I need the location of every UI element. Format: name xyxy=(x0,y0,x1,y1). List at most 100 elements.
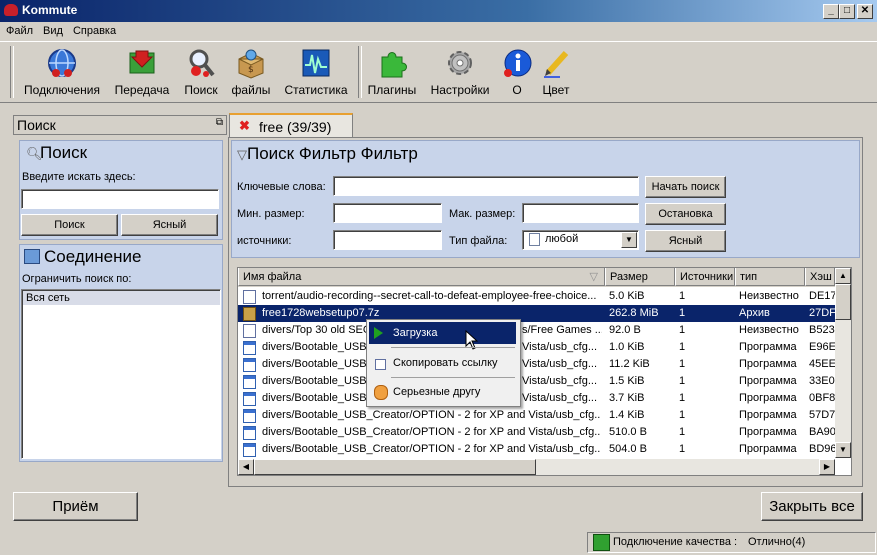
toolbar-color-button[interactable]: Цвет xyxy=(538,46,574,97)
toolbar-search-button[interactable]: Поиск xyxy=(180,46,222,97)
filetype-label: Тип файла: xyxy=(449,235,508,247)
connection-quality-icon xyxy=(593,534,610,551)
network-list[interactable]: Вся сеть xyxy=(21,289,221,459)
cell-sources: 1 xyxy=(679,426,686,438)
program-icon xyxy=(243,443,256,457)
cell-hash: 57D7 xyxy=(809,409,835,421)
cell-filename: divers/Bootable_USB_Creator/OPTION - 2 f… xyxy=(262,426,600,438)
cell-hash: 0BF8 xyxy=(809,392,835,404)
scroll-down-icon[interactable]: ▼ xyxy=(835,442,851,458)
column-type[interactable]: тип xyxy=(735,268,805,286)
close-all-button[interactable]: Закрыть все xyxy=(761,492,863,521)
menu-item-recommend[interactable]: Серьезные другу xyxy=(369,381,516,403)
table-row[interactable]: divers/Bootable_USB_Creator/OPTION - 2 f… xyxy=(238,441,835,458)
search-groupbox: 🔍︎Поиск Введите искать здесь: Поиск Ясны… xyxy=(19,140,223,240)
menu-file[interactable]: Файл xyxy=(0,22,37,37)
filter-funnel-icon: ▽ xyxy=(237,147,247,162)
close-tab-icon[interactable]: ✖ xyxy=(239,118,250,134)
toolbar-plugins-button[interactable]: Плагины xyxy=(364,46,420,97)
table-row[interactable]: divers/Bootable_USB_ 11.2 KiB 1 Программа 45… xyxy=(238,356,835,373)
table-row[interactable]: divers/Bootable_USB_ 1.5 KiB 1 Программа 33E… xyxy=(238,373,835,390)
toolbar-files-button[interactable]: $ файлы xyxy=(228,46,274,97)
magnifier-small-icon: 🔍︎ xyxy=(26,146,43,161)
menu-view[interactable]: Вид xyxy=(37,22,67,37)
table-row[interactable]: divers/Bootable_USB_Creator/OPTION - 2 f… xyxy=(238,407,835,424)
receive-button[interactable]: Приём xyxy=(13,492,138,521)
search-input[interactable] xyxy=(21,189,219,209)
connection-heading: Соединение xyxy=(24,247,141,267)
cell-type: Программа xyxy=(739,443,797,455)
cell-size: 1.0 KiB xyxy=(609,341,645,353)
cell-sources: 1 xyxy=(679,443,686,455)
cell-hash: 33E0 xyxy=(809,375,835,387)
stop-button[interactable]: Остановка xyxy=(645,203,726,225)
search-clear-button[interactable]: Ясный xyxy=(121,214,218,236)
context-menu: Загрузка Скопировать ссылку Серьезные др… xyxy=(366,319,521,407)
program-icon xyxy=(243,341,256,355)
scroll-right-icon[interactable]: ▶ xyxy=(819,459,835,475)
toolbar-transfer-button[interactable]: Передача xyxy=(110,46,174,97)
scroll-thumb[interactable] xyxy=(835,284,851,320)
max-size-input[interactable] xyxy=(522,203,639,223)
search-heading-text: Поиск xyxy=(40,143,88,162)
cell-hash: DE17 xyxy=(809,290,835,302)
table-row[interactable]: divers/Bootable_USB_Creator/OPTION - 2 f… xyxy=(238,424,835,441)
menu-item-label: Скопировать ссылку xyxy=(393,357,498,369)
tab-free[interactable]: ✖ free (39/39) xyxy=(229,113,353,139)
cell-size: 1.4 KiB xyxy=(609,409,645,421)
cell-type: Программа xyxy=(739,358,797,370)
table-row[interactable]: divers/Bootable_USB_ 3.7 KiB 1 Программа 0BF… xyxy=(238,390,835,407)
column-label: Хэш xyxy=(810,271,832,283)
copy-link-icon xyxy=(375,359,386,370)
status-panel: Подключение качества : Отлично(4) xyxy=(587,532,876,553)
column-sources[interactable]: Источники xyxy=(675,268,735,286)
chevron-down-icon[interactable]: ▼ xyxy=(621,232,637,248)
program-icon xyxy=(243,358,256,372)
table-row[interactable]: free1728websetup07.7z 262.8 MiB 1 Архив 27DF xyxy=(238,305,835,322)
min-size-label: Мин. размер: xyxy=(237,208,305,220)
filetype-select[interactable]: любой ▼ xyxy=(522,230,639,250)
min-size-input[interactable] xyxy=(333,203,442,223)
transfer-arrows-icon xyxy=(125,46,159,80)
column-size[interactable]: Размер xyxy=(605,268,675,286)
list-item[interactable]: Вся сеть xyxy=(23,291,220,305)
menu-item-label: Загрузка xyxy=(393,327,438,339)
start-search-button[interactable]: Начать поиск xyxy=(645,176,726,198)
keywords-input[interactable] xyxy=(333,176,639,196)
toolbar-connections-button[interactable]: Подключения xyxy=(20,46,104,97)
cell-size: 504.0 B xyxy=(609,443,647,455)
cell-sources: 1 xyxy=(679,409,686,421)
close-window-button[interactable]: ✕ xyxy=(857,4,873,19)
cell-size: 3.7 KiB xyxy=(609,392,645,404)
tab-label: free (39/39) xyxy=(259,119,332,135)
scroll-up-icon[interactable]: ▲ xyxy=(835,268,851,284)
toolbar-label: Поиск xyxy=(184,83,218,97)
toolbar-settings-button[interactable]: Настройки xyxy=(428,46,492,97)
sources-label: источники: xyxy=(237,235,292,247)
cell-filename-tail: Vista/usb_cfg... xyxy=(522,392,598,404)
play-download-icon xyxy=(374,327,383,339)
filter-clear-button[interactable]: Ясный xyxy=(645,230,726,252)
horizontal-scrollbar[interactable]: ◀ ▶ xyxy=(238,459,835,475)
table-row[interactable]: divers/Bootable_USB_ 1.0 KiB 1 Программа E96… xyxy=(238,339,835,356)
search-button[interactable]: Поиск xyxy=(21,214,118,236)
hscroll-thumb[interactable] xyxy=(254,459,536,475)
column-filename[interactable]: Имя файла ▽ xyxy=(238,268,605,286)
cell-type: Программа xyxy=(739,409,797,421)
vertical-scrollbar[interactable]: ▲ ▼ xyxy=(835,268,851,458)
scroll-left-icon[interactable]: ◀ xyxy=(238,459,254,475)
menu-item-copy-link[interactable]: Скопировать ссылку xyxy=(369,352,516,374)
minimize-button[interactable]: _ xyxy=(823,4,839,19)
maximize-button[interactable]: □ xyxy=(839,4,855,19)
cell-sources: 1 xyxy=(679,290,686,302)
menu-help[interactable]: Справка xyxy=(67,22,120,37)
status-bar: Подключение качества : Отлично(4) xyxy=(0,530,877,555)
menu-item-download[interactable]: Загрузка xyxy=(369,322,516,350)
column-hash[interactable]: Хэш xyxy=(805,268,835,286)
sources-input[interactable] xyxy=(333,230,442,250)
table-row[interactable]: torrent/audio-recording--secret-call-to-… xyxy=(238,288,835,305)
table-row[interactable]: divers/Top 30 old SEG 92.0 B 1 Неизвестно B5… xyxy=(238,322,835,339)
toolbar-about-button[interactable]: О xyxy=(500,46,534,97)
toolbar-statistics-button[interactable]: Статистика xyxy=(282,46,350,97)
undock-icon[interactable]: ⧉ xyxy=(216,117,223,128)
